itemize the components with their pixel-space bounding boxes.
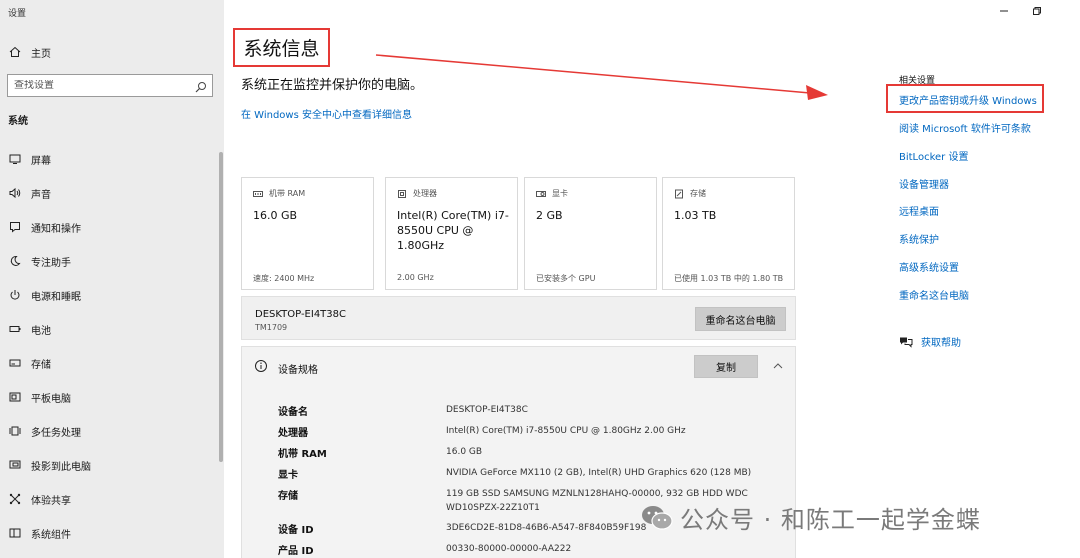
- wechat-icon: [642, 505, 673, 530]
- watermark: 公众号 · 和陈工一起学金蝶: [640, 500, 981, 535]
- watermark-text: 公众号 · 和陈工一起学金蝶: [680, 506, 981, 534]
- annotation-arrow: [375, 54, 828, 100]
